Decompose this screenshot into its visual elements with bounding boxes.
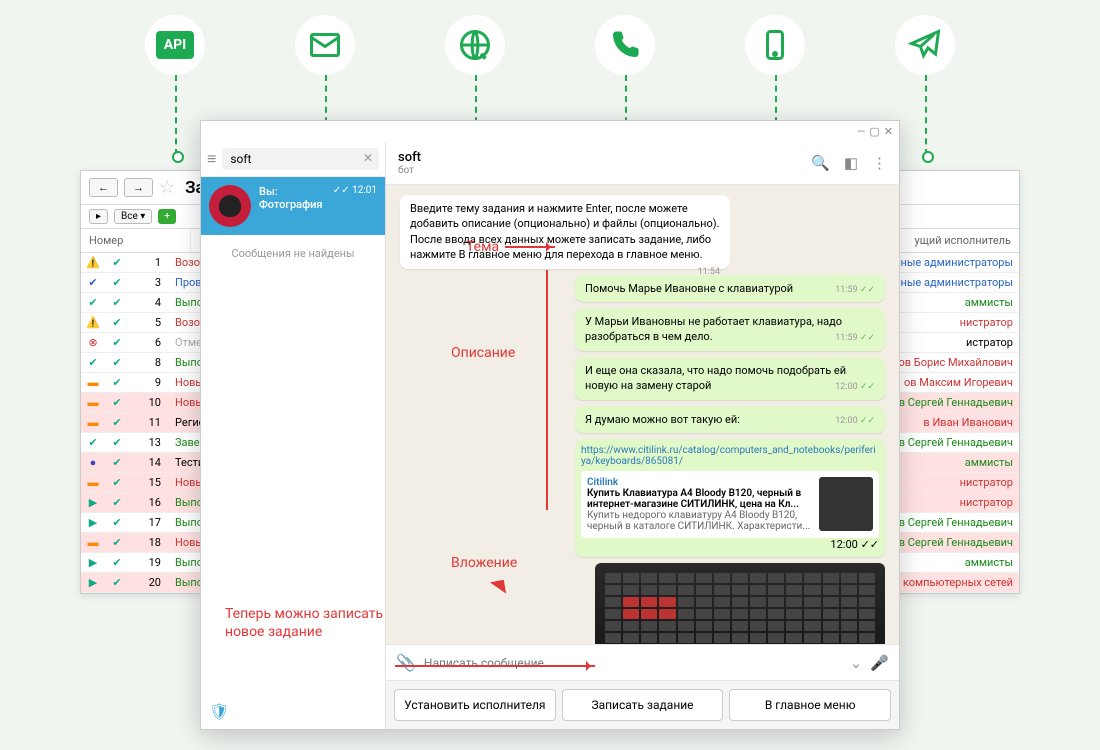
menu-icon[interactable]: ≡ <box>207 149 216 169</box>
no-results: Сообщения не найдены <box>201 235 385 272</box>
mail-icon <box>295 15 355 75</box>
set-executor-button[interactable]: Установить исполнителя <box>394 689 556 721</box>
add-button[interactable]: + <box>158 209 176 224</box>
link-thumb <box>819 477 873 531</box>
message-out: И еще она сказала, что надо помочь подоб… <box>575 357 885 400</box>
annotation-arrow <box>395 665 595 667</box>
chat-title: soft <box>398 150 421 165</box>
telegram-icon <box>895 15 955 75</box>
chat-input-bar: 📎 ⌄ 🎤 <box>386 644 899 680</box>
attach-icon[interactable]: 📎 <box>396 653 416 672</box>
mobile-icon <box>745 15 805 75</box>
annotation-opis: Описание <box>451 345 515 361</box>
search-icon[interactable]: 🔍 <box>811 154 830 172</box>
col-executor[interactable]: ущий исполнитель <box>907 229 1019 252</box>
message-input[interactable] <box>424 656 842 670</box>
more-icon[interactable]: ⋮ <box>872 154 887 172</box>
channel-icons: API <box>0 0 1100 80</box>
conversation-preview: Вы: Фотография <box>259 185 325 211</box>
panel-icon[interactable]: ◧ <box>844 154 858 172</box>
read-icon: ✓✓ <box>333 185 350 196</box>
system-message: Введите тему задания и нажмите Enter, по… <box>400 195 730 269</box>
annotation-line <box>546 270 548 510</box>
save-task-button[interactable]: Записать задание <box>562 689 724 721</box>
chevron-down-icon[interactable]: ⌄ <box>850 654 863 672</box>
back-button[interactable]: ← <box>89 178 118 197</box>
keyboard-image[interactable] <box>595 563 885 644</box>
col-number[interactable]: Номер <box>81 229 191 252</box>
shield-icon[interactable]: 🛡 <box>209 702 229 721</box>
api-icon: API <box>145 15 205 75</box>
clear-search-icon[interactable]: ✕ <box>363 151 373 165</box>
filter-dropdown[interactable]: Все ▾ <box>114 209 152 224</box>
star-icon[interactable]: ☆ <box>159 177 175 198</box>
conversation-item[interactable]: Вы: Фотография ✓✓ 12:01 <box>201 177 385 235</box>
chat-subtitle: бот <box>398 165 421 176</box>
message-out: У Марьи Ивановны не работает клавиатура,… <box>575 308 885 351</box>
expand-button[interactable]: ▸ <box>89 209 108 224</box>
close-button[interactable]: ✕ <box>884 125 893 138</box>
link-preview[interactable]: https://www.citilink.ru/catalog/computer… <box>575 439 885 557</box>
message-out: Я думаю можно вот такую ей:12:00 ✓✓ <box>575 406 885 433</box>
avatar <box>209 185 251 227</box>
message-out: Помочь Марье Ивановне с клавиатурой11:59… <box>575 275 885 302</box>
forward-button[interactable]: → <box>124 178 153 197</box>
annotation-save: Теперь можно записать новое задание <box>225 605 385 641</box>
minimize-button[interactable]: — <box>857 125 866 138</box>
search-input[interactable] <box>222 148 379 170</box>
main-menu-button[interactable]: В главное меню <box>729 689 891 721</box>
phone-icon <box>595 15 655 75</box>
globe-icon <box>445 15 505 75</box>
annotation-vloj: Вложение <box>451 555 517 595</box>
mic-icon[interactable]: 🎤 <box>870 654 889 672</box>
message-area: Введите тему задания и нажмите Enter, по… <box>386 185 899 644</box>
maximize-button[interactable]: ▢ <box>869 125 879 138</box>
